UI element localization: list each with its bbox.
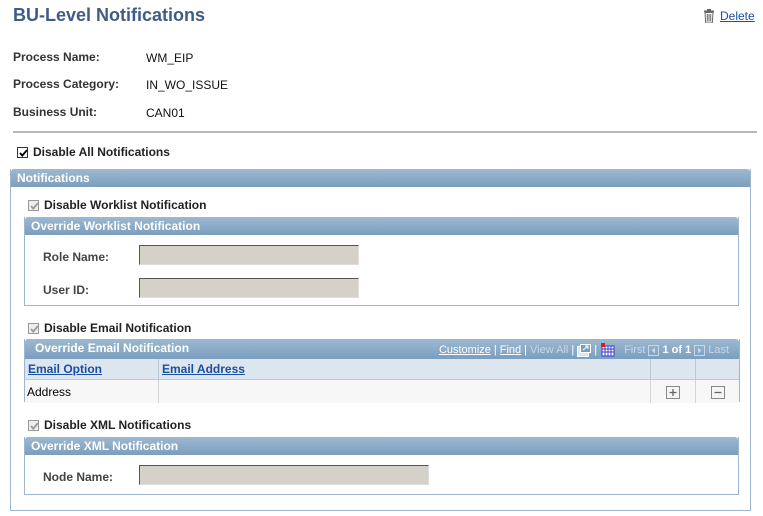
download-spreadsheet-icon[interactable] xyxy=(600,343,615,357)
table-header-row: Email Option Email Address xyxy=(25,359,739,380)
trash-icon xyxy=(704,9,714,23)
previous-arrow-icon xyxy=(648,344,660,356)
process-category-label: Process Category: xyxy=(13,77,120,91)
disable-all-checkbox-row[interactable]: Disable All Notifications xyxy=(17,145,170,159)
user-id-input[interactable] xyxy=(139,278,359,298)
divider xyxy=(13,131,757,133)
page-title: BU-Level Notifications xyxy=(13,5,206,25)
role-name-label: Role Name: xyxy=(43,250,110,264)
disable-all-checkbox[interactable] xyxy=(17,146,28,158)
override-xml-header: Override XML Notification xyxy=(25,437,738,455)
checkmark-icon xyxy=(30,421,39,430)
next-arrow-icon xyxy=(694,344,706,356)
override-worklist-panel: Override Worklist Notification xyxy=(24,217,739,306)
disable-xml-row[interactable]: Disable XML Notifications xyxy=(28,418,191,432)
node-name-label: Node Name: xyxy=(43,470,114,484)
table-row: Address xyxy=(25,379,739,403)
column-header-email-option[interactable]: Email Option xyxy=(25,359,159,380)
checkmark-icon xyxy=(30,324,39,333)
notifications-header: Notifications xyxy=(11,169,750,187)
disable-worklist-checkbox[interactable] xyxy=(28,199,39,211)
plus-icon xyxy=(669,388,677,396)
column-header-email-address[interactable]: Email Address xyxy=(158,359,651,380)
process-category-value: IN_WO_ISSUE xyxy=(146,78,229,92)
add-row-button[interactable] xyxy=(666,385,680,399)
override-email-header: Override Email Notification Customize | … xyxy=(25,339,739,359)
first-label: First xyxy=(624,344,646,356)
email-address-cell xyxy=(158,379,651,403)
role-name-input[interactable] xyxy=(139,245,359,265)
checkmark-icon xyxy=(19,148,28,157)
user-id-label: User ID: xyxy=(43,283,90,297)
disable-email-checkbox[interactable] xyxy=(28,322,39,334)
new-window-icon[interactable] xyxy=(577,343,592,357)
email-option-cell: Address xyxy=(25,379,159,403)
view-all-link[interactable]: View All xyxy=(530,341,568,359)
last-label: Last xyxy=(708,344,729,356)
override-worklist-header: Override Worklist Notification xyxy=(25,217,738,235)
disable-worklist-label: Disable Worklist Notification xyxy=(44,198,207,212)
row-count: 1 of 1 xyxy=(662,344,692,356)
business-unit-label: Business Unit: xyxy=(13,105,98,119)
disable-email-label: Disable Email Notification xyxy=(44,321,192,335)
override-email-grid: Override Email Notification Customize | … xyxy=(24,339,740,403)
delete-action[interactable]: Delete xyxy=(703,9,755,23)
disable-email-row[interactable]: Disable Email Notification xyxy=(28,321,191,335)
override-email-title: Override Email Notification xyxy=(35,341,190,355)
business-unit-value: CAN01 xyxy=(146,106,185,120)
checkmark-icon xyxy=(30,201,39,210)
disable-all-label: Disable All Notifications xyxy=(33,145,170,159)
node-name-input[interactable] xyxy=(139,465,429,485)
delete-link[interactable]: Delete xyxy=(720,9,755,23)
process-name-value: WM_EIP xyxy=(146,51,194,65)
email-table: Email Option Email Address Address xyxy=(25,359,739,403)
process-name-label: Process Name: xyxy=(13,50,100,64)
minus-icon xyxy=(714,391,721,393)
disable-xml-checkbox[interactable] xyxy=(28,419,39,431)
disable-xml-label: Disable XML Notifications xyxy=(44,418,192,432)
disable-worklist-row[interactable]: Disable Worklist Notification xyxy=(28,198,206,212)
customize-link[interactable]: Customize xyxy=(439,341,491,359)
grid-navigation: Customize | Find | View All | | First 1 … xyxy=(439,339,739,359)
delete-row-button[interactable] xyxy=(710,385,725,399)
find-link[interactable]: Find xyxy=(500,341,521,359)
